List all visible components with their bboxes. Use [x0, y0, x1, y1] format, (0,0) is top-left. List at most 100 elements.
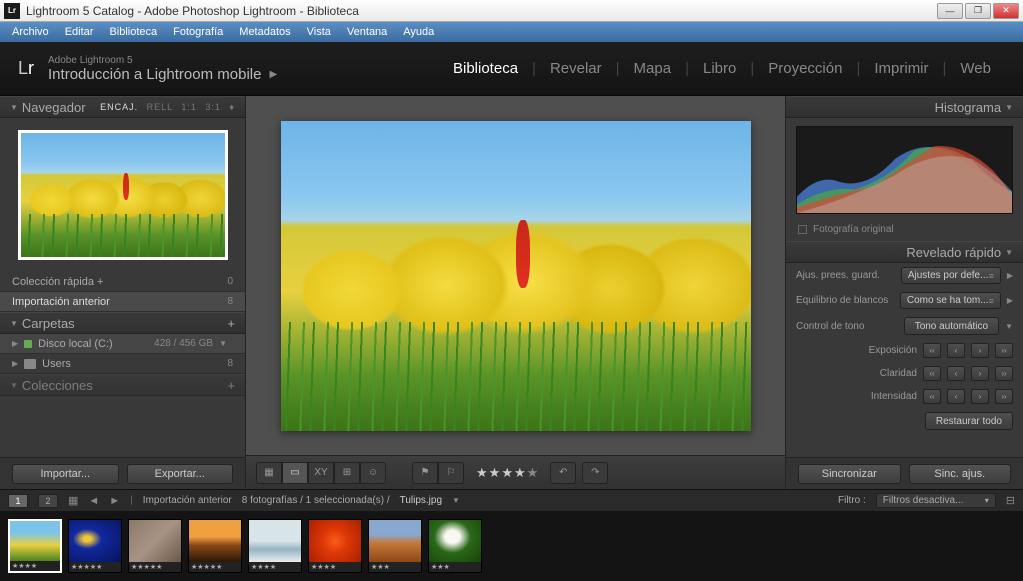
zoom-31[interactable]: 3:1 [205, 102, 221, 112]
expand-icon[interactable]: ▶ [1007, 271, 1013, 280]
module-proyeccion[interactable]: Proyección [754, 60, 856, 77]
wb-select[interactable]: Como se ha tom... [900, 292, 1001, 309]
expand-icon[interactable]: ▶ [1007, 296, 1013, 305]
clarity-dec2-button[interactable]: ‹‹ [923, 366, 941, 381]
original-checkbox[interactable] [798, 225, 807, 234]
histogram-header[interactable]: Histograma ▼ [786, 96, 1023, 118]
view-survey-button[interactable]: ⊞ [334, 462, 360, 484]
module-web[interactable]: Web [946, 60, 1005, 77]
filter-lock-icon[interactable]: ⊟ [1006, 494, 1015, 507]
filter-select[interactable]: Filtros desactiva... [876, 493, 996, 508]
monitor-1-button[interactable]: 1 [8, 494, 28, 508]
thumb-image [309, 520, 361, 562]
folder-count: 8 [227, 358, 233, 369]
module-revelar[interactable]: Revelar [536, 60, 616, 77]
menu-ayuda[interactable]: Ayuda [395, 24, 442, 40]
grid-icon[interactable]: ▦ [68, 494, 78, 507]
menu-editar[interactable]: Editar [57, 24, 102, 40]
dropdown-icon[interactable]: ▼ [452, 496, 460, 505]
module-biblioteca[interactable]: Biblioteca [439, 60, 532, 77]
flag-reject-button[interactable]: ⚐ [438, 462, 464, 484]
view-loupe-button[interactable]: ▭ [282, 462, 308, 484]
export-button[interactable]: Exportar... [127, 464, 234, 484]
window-title: Lightroom 5 Catalog - Adobe Photoshop Li… [26, 4, 937, 18]
intensity-inc2-button[interactable]: ›› [995, 389, 1013, 404]
filmstrip-thumb[interactable]: ★★★ [428, 519, 482, 573]
filmstrip-thumb[interactable]: ★★★ [368, 519, 422, 573]
quickdev-header[interactable]: Revelado rápido ▼ [786, 241, 1023, 263]
zoom-encaj[interactable]: ENCAJ. [100, 102, 138, 112]
filmstrip-thumb[interactable]: ★★★★★ [68, 519, 122, 573]
preset-select[interactable]: Ajustes por defe... [901, 267, 1001, 284]
identity-plate: Lr Adobe Lightroom 5 Introducción a Ligh… [0, 42, 1023, 96]
close-button[interactable]: ✕ [993, 3, 1019, 19]
zoom-rell[interactable]: RELL [147, 102, 173, 112]
image-viewport[interactable] [246, 96, 785, 455]
preview-image [21, 133, 225, 257]
view-grid-button[interactable]: ▦ [256, 462, 282, 484]
exposure-dec2-button[interactable]: ‹‹ [923, 343, 941, 358]
menu-fotografia[interactable]: Fotografía [165, 24, 231, 40]
rotate-cw-button[interactable]: ↷ [582, 462, 608, 484]
exposure-inc-button[interactable]: › [971, 343, 989, 358]
histogram-chart[interactable] [796, 126, 1013, 214]
navigator-header[interactable]: ▼ Navegador ENCAJ. RELL 1:1 3:1 ♦ [0, 96, 245, 118]
monitor-2-button[interactable]: 2 [38, 494, 58, 508]
exposure-dec-button[interactable]: ‹ [947, 343, 965, 358]
filmstrip-thumb[interactable]: ★★★★★ [128, 519, 182, 573]
forward-icon[interactable]: ► [109, 495, 120, 507]
flag-pick-button[interactable]: ⚑ [412, 462, 438, 484]
exposure-inc2-button[interactable]: ›› [995, 343, 1013, 358]
clarity-inc2-button[interactable]: ›› [995, 366, 1013, 381]
collections-header[interactable]: ▼ Colecciones + [0, 374, 245, 396]
back-icon[interactable]: ◄ [88, 495, 99, 507]
source-label[interactable]: Importación anterior [143, 495, 232, 506]
right-panel: Histograma ▼ Fotografía original Revelad… [785, 96, 1023, 489]
folders-header[interactable]: ▼ Carpetas + [0, 312, 245, 334]
zoom-11[interactable]: 1:1 [181, 102, 197, 112]
catalog-row[interactable]: Colección rápida + 0 [0, 272, 245, 292]
folder-row[interactable]: ▶ Users 8 [0, 354, 245, 374]
maximize-button[interactable]: ❐ [965, 3, 991, 19]
module-libro[interactable]: Libro [689, 60, 750, 77]
menu-metadatos[interactable]: Metadatos [231, 24, 298, 40]
catalog-row[interactable]: Importación anterior 8 [0, 292, 245, 312]
rating-stars[interactable]: ★★★★★ [476, 465, 538, 481]
filmstrip-thumb[interactable]: ★★★★ [248, 519, 302, 573]
rotate-ccw-button[interactable]: ↶ [550, 462, 576, 484]
filmstrip-thumb[interactable]: ★★★★★ [188, 519, 242, 573]
clarity-inc-button[interactable]: › [971, 366, 989, 381]
menu-vista[interactable]: Vista [299, 24, 339, 40]
drive-row[interactable]: ▶ Disco local (C:) 428 / 456 GB ▼ [0, 334, 245, 354]
navigator-preview[interactable] [0, 118, 245, 272]
tone-auto-button[interactable]: Tono automático [904, 317, 999, 335]
add-collection-icon[interactable]: + [227, 378, 235, 393]
menu-biblioteca[interactable]: Biblioteca [101, 24, 165, 40]
intensity-dec-button[interactable]: ‹ [947, 389, 965, 404]
minimize-button[interactable]: — [937, 3, 963, 19]
menu-archivo[interactable]: Archivo [4, 24, 57, 40]
left-panel: ▼ Navegador ENCAJ. RELL 1:1 3:1 ♦ Colecc… [0, 96, 246, 489]
view-compare-button[interactable]: XY [308, 462, 334, 484]
view-people-button[interactable]: ☺ [360, 462, 386, 484]
sync-button[interactable]: Sincronizar [798, 464, 901, 484]
module-imprimir[interactable]: Imprimir [860, 60, 942, 77]
add-folder-icon[interactable]: + [227, 316, 235, 331]
sync-settings-button[interactable]: Sinc. ajus. [909, 464, 1012, 484]
collapse-icon: ▼ [1005, 103, 1013, 112]
intensity-inc-button[interactable]: › [971, 389, 989, 404]
zoom-more-icon[interactable]: ♦ [229, 102, 235, 112]
import-button[interactable]: Importar... [12, 464, 119, 484]
module-mapa[interactable]: Mapa [620, 60, 686, 77]
brand-title[interactable]: Introducción a Lightroom mobile [48, 66, 261, 83]
collections-label: Colecciones [22, 378, 227, 393]
intensity-dec2-button[interactable]: ‹‹ [923, 389, 941, 404]
collapse-icon[interactable]: ▼ [1005, 322, 1013, 331]
reset-button[interactable]: Restaurar todo [925, 412, 1013, 430]
brand-top: Adobe Lightroom 5 [48, 55, 277, 66]
menu-ventana[interactable]: Ventana [339, 24, 395, 40]
thumb-rating: ★★★★★ [69, 562, 121, 572]
clarity-dec-button[interactable]: ‹ [947, 366, 965, 381]
filmstrip-thumb[interactable]: ★★★★ [8, 519, 62, 573]
filmstrip-thumb[interactable]: ★★★★ [308, 519, 362, 573]
